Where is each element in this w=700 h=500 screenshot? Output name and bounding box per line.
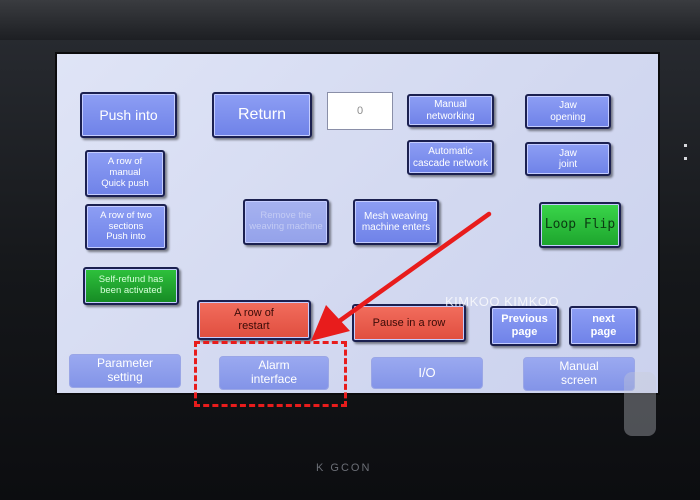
annotation-highlight-box [194, 341, 347, 407]
pause-in-a-row-button[interactable]: Pause in a row [352, 304, 466, 342]
mesh-weaving-enters-button[interactable]: Mesh weaving machine enters [353, 199, 439, 245]
jaw-opening-button[interactable]: Jaw opening [525, 94, 611, 129]
self-refund-status[interactable]: Self-refund has been activated [83, 267, 179, 305]
manual-screen-tab[interactable]: Manual screen [523, 357, 635, 391]
parameter-setting-tab[interactable]: Parameter setting [69, 354, 181, 388]
loop-flip-button[interactable]: Loop Flip [539, 202, 621, 248]
bezel-touch-button [624, 372, 656, 436]
next-page-button[interactable]: next page [569, 306, 638, 346]
row-manual-quick-push-button[interactable]: A row of manual Quick push [85, 150, 165, 197]
device-brand-logo: K GCON [316, 462, 372, 474]
jaw-joint-button[interactable]: Jaw joint [525, 142, 611, 176]
previous-page-button[interactable]: Previous page [490, 306, 559, 346]
row-restart-button[interactable]: A row of restart [197, 300, 311, 340]
automatic-cascade-network-button[interactable]: Automatic cascade network [407, 140, 494, 175]
return-button[interactable]: Return [212, 92, 312, 138]
counter-display[interactable]: 0 [327, 92, 393, 130]
remove-weaving-machine-button[interactable]: Remove the weaving machine [243, 199, 329, 245]
push-into-button[interactable]: Push into [80, 92, 177, 138]
row-two-sections-push-button[interactable]: A row of two sections Push into [85, 204, 167, 250]
io-tab[interactable]: I/O [371, 357, 483, 389]
hmi-screen: Push into Return 0 Manual networking Jaw… [55, 52, 660, 395]
manual-networking-button[interactable]: Manual networking [407, 94, 494, 127]
watermark-text: KIMKOO KIMKOO [445, 294, 560, 309]
bezel-top [0, 0, 700, 40]
side-indicator-dots [684, 144, 688, 166]
